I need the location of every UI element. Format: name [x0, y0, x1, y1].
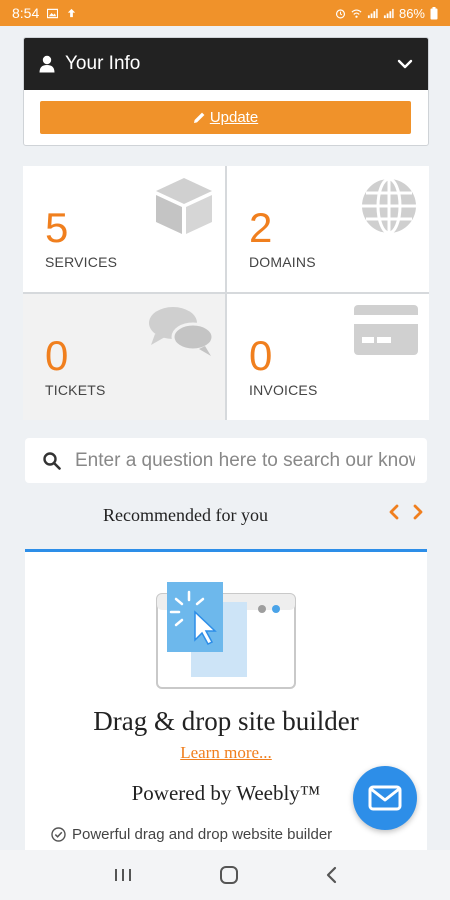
- stats-divider-horizontal: [23, 292, 429, 294]
- chevron-right-icon[interactable]: [413, 504, 423, 520]
- card-title: Drag & drop site builder: [93, 706, 359, 736]
- chevron-left-icon[interactable]: [389, 504, 399, 520]
- recent-apps-icon[interactable]: [113, 867, 133, 883]
- domains-label: DOMAINS: [249, 254, 316, 270]
- feature-text: Powerful drag and drop website builder: [72, 826, 333, 843]
- invoices-tile[interactable]: 0 INVOICES: [227, 294, 429, 420]
- chevron-down-icon[interactable]: [397, 59, 413, 69]
- feature-item: Powerful drag and drop website builder: [51, 826, 332, 843]
- recommended-heading: Recommended for you: [103, 505, 268, 525]
- back-icon[interactable]: [325, 866, 337, 884]
- cube-icon: [156, 178, 212, 234]
- globe-icon: [362, 177, 416, 235]
- upload-icon: [68, 8, 76, 17]
- home-icon[interactable]: [219, 865, 239, 885]
- knowledge-search-bar: [25, 438, 427, 483]
- your-info-title: Your Info: [65, 53, 141, 74]
- user-icon: [39, 55, 55, 73]
- domains-count: 2: [249, 204, 273, 251]
- signal-icon: [367, 8, 378, 18]
- status-bar: 8:54 86%: [0, 0, 450, 26]
- update-label: Update: [209, 109, 259, 126]
- services-count: 5: [45, 204, 69, 251]
- your-info-card: Your Info Update: [23, 37, 429, 146]
- services-tile[interactable]: 5 SERVICES: [23, 166, 225, 292]
- credit-card-icon: [354, 305, 418, 355]
- status-time: 8:54: [12, 5, 40, 21]
- services-label: SERVICES: [45, 254, 118, 270]
- invoices-label: INVOICES: [249, 382, 318, 398]
- tickets-tile[interactable]: 0 TICKETS: [23, 294, 225, 420]
- search-icon: [43, 451, 61, 470]
- domains-tile[interactable]: 2 DOMAINS: [227, 166, 429, 292]
- your-info-header[interactable]: Your Info: [24, 38, 428, 90]
- image-icon: [47, 8, 59, 18]
- battery-icon: [430, 6, 438, 19]
- learn-more-link[interactable]: Learn more...: [25, 743, 427, 763]
- carousel-arrows: [389, 504, 423, 520]
- pencil-icon: [193, 112, 205, 123]
- check-circle-icon: [51, 827, 66, 842]
- invoices-count: 0: [249, 332, 273, 379]
- tickets-label: TICKETS: [45, 382, 106, 398]
- drag-drop-illustration-icon: [156, 582, 296, 689]
- wifi-icon: [351, 8, 362, 18]
- contact-fab-button[interactable]: [353, 766, 417, 830]
- tickets-count: 0: [45, 332, 69, 379]
- alarm-icon: [335, 8, 346, 18]
- search-input[interactable]: [75, 449, 415, 472]
- envelope-icon: [368, 785, 402, 811]
- signal-icon: [383, 8, 394, 18]
- system-nav-bar: [0, 850, 450, 900]
- update-button[interactable]: Update: [40, 101, 411, 134]
- chat-bubbles-icon: [149, 307, 215, 356]
- battery-percent: 86%: [398, 5, 425, 21]
- stats-grid: 5 SERVICES 2 DOMAINS 0 TICKETS 0 INVOICE…: [23, 166, 429, 420]
